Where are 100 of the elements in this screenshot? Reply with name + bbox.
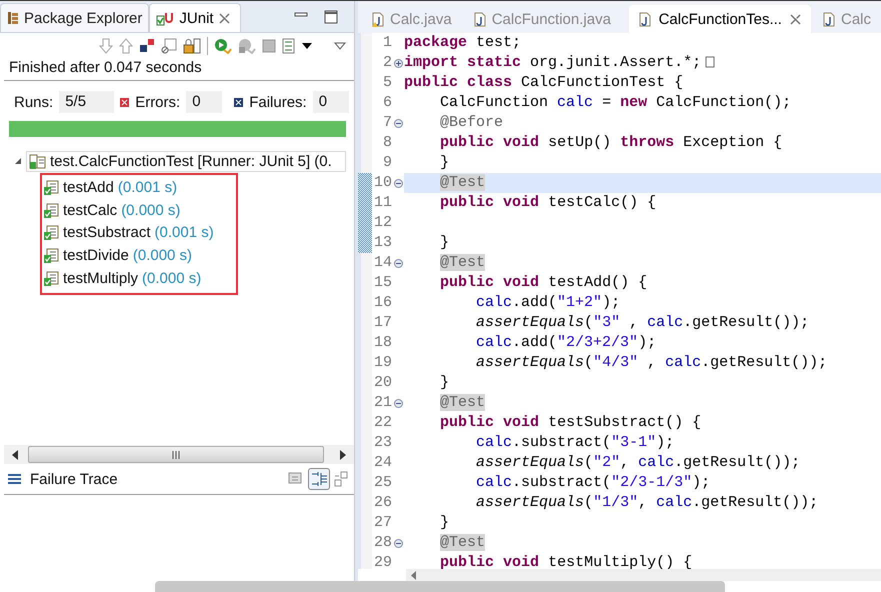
counter-value: 5/5 [59, 91, 114, 113]
java-file-icon [822, 12, 835, 26]
code-line: assertEquals("4/3" , calc.getResult()); [475, 353, 828, 373]
next-failure-icon [99, 38, 113, 54]
test-suite-icon [29, 154, 46, 168]
close-icon [218, 12, 230, 24]
stack-trace-icon [8, 474, 22, 484]
line-number: 1 [382, 33, 392, 53]
code-line: CalcFunction calc = new CalcFunction(); [439, 93, 792, 113]
layout-icon [334, 471, 348, 487]
test-passed-icon [44, 180, 59, 195]
line-number: 2 [382, 53, 392, 73]
stop-icon [262, 39, 276, 53]
line-number: 17 [372, 313, 392, 333]
dropdown-icon [302, 43, 312, 49]
error-icon [120, 98, 130, 106]
code-line: public void testSubstract() { [439, 413, 702, 433]
code-line: import static org.junit.Assert.*; [404, 53, 881, 73]
scroll-left-icon [12, 450, 20, 460]
line-number: 20 [372, 373, 392, 393]
counter-label: Failures: [249, 94, 307, 110]
code-line: @Before [439, 113, 504, 133]
test-item[interactable]: testDivide (0.000 s) [44, 244, 236, 267]
editor-tab[interactable]: CalcFunctionTes... [628, 5, 811, 33]
clear-icon [161, 38, 177, 54]
code-line: calc.substract("2/3-1/3"); [475, 473, 712, 493]
code-line: assertEquals("2", calc.getResult()); [475, 453, 802, 473]
line-number: 28 [372, 533, 392, 553]
line-number: 18 [372, 333, 392, 353]
code-line: public void testCalc() { [439, 193, 658, 213]
test-passed-icon [44, 225, 59, 240]
line-number: 12 [372, 213, 392, 233]
view-menu-icon [334, 42, 346, 50]
counter-label: Errors: [135, 94, 180, 110]
code-line: public class CalcFunctionTest { [404, 73, 684, 93]
test-item[interactable]: testCalc (0.000 s) [44, 198, 236, 222]
view-tab[interactable]: Package Explorer [0, 3, 150, 32]
code-line: } [439, 233, 450, 253]
code-line: public void testMultiply() { [439, 553, 694, 569]
panel-title: Failure Trace [30, 470, 118, 488]
test-passed-icon [44, 202, 59, 218]
line-number: 11 [372, 193, 392, 213]
line-number: 9 [382, 153, 392, 173]
code-line: assertEquals("1/3", calc.getResult()); [475, 493, 820, 513]
code-line: } [439, 153, 450, 173]
code-line: calc.add("1+2"); [475, 293, 622, 313]
grip-icon [171, 450, 181, 458]
filter-stack-icon [310, 470, 328, 488]
previous-failure-icon [119, 38, 133, 54]
counter-value: 0 [312, 91, 349, 113]
minimize-icon[interactable] [294, 10, 308, 20]
counter-label: Runs: [14, 94, 54, 110]
maximize-icon[interactable] [324, 10, 338, 24]
line-number: 24 [372, 453, 392, 473]
line-number: 25 [372, 473, 392, 493]
view-tab[interactable]: JUnit [149, 3, 241, 32]
scroll-left-icon [411, 570, 417, 580]
counter-value: 0 [186, 91, 222, 113]
test-suite-item[interactable]: test.CalcFunctionTest [Runner: JUnit 5] (0. [26, 150, 346, 172]
test-item[interactable]: testAdd (0.001 s) [44, 176, 236, 199]
line-number: 19 [372, 353, 392, 373]
scrollbar-thumb[interactable] [155, 581, 725, 592]
scroll-right-icon [338, 450, 346, 460]
test-passed-icon [44, 270, 59, 286]
horizontal-scrollbar[interactable] [406, 569, 881, 581]
history-icon [282, 38, 296, 54]
line-number: 7 [382, 113, 392, 133]
code-line: public void setUp() throws Exception { [439, 133, 784, 153]
line-number: 10 [372, 173, 392, 193]
test-item[interactable]: testMultiply (0.000 s) [44, 266, 236, 290]
line-number: 27 [372, 513, 392, 533]
junit-icon [156, 10, 174, 26]
package-icon [7, 11, 19, 25]
code-line: calc.add("2/3+2/3"); [475, 333, 658, 353]
line-number: 14 [372, 253, 392, 273]
code-line: } [439, 513, 450, 533]
failures-filter-icon [139, 38, 155, 54]
java-file-warning-icon [372, 12, 384, 26]
code-line: public void testAdd() { [439, 273, 648, 293]
close-icon [790, 14, 801, 24]
rerun-failed-icon [238, 38, 256, 54]
line-number: 8 [382, 133, 392, 153]
line-number: 15 [372, 273, 392, 293]
status-text: Finished after 0.047 seconds [4, 57, 354, 81]
line-number: 6 [382, 93, 392, 113]
line-number: 29 [372, 553, 392, 569]
horizontal-scrollbar[interactable] [4, 445, 354, 464]
code-line: assertEquals("3" , calc.getResult()); [475, 313, 810, 333]
code-line: package test; [404, 33, 522, 53]
failure-icon [234, 98, 244, 106]
line-number: 5 [382, 73, 392, 93]
line-number: 21 [372, 393, 392, 413]
code-line: calc.substract("3-1"); [475, 433, 676, 453]
java-file-icon [474, 12, 486, 26]
line-number: 23 [372, 433, 392, 453]
line-number: 26 [372, 493, 392, 513]
rerun-icon [214, 38, 232, 54]
line-number: 13 [372, 233, 392, 253]
folded-code-icon [705, 56, 716, 68]
test-item[interactable]: testSubstract (0.001 s) [44, 221, 236, 244]
